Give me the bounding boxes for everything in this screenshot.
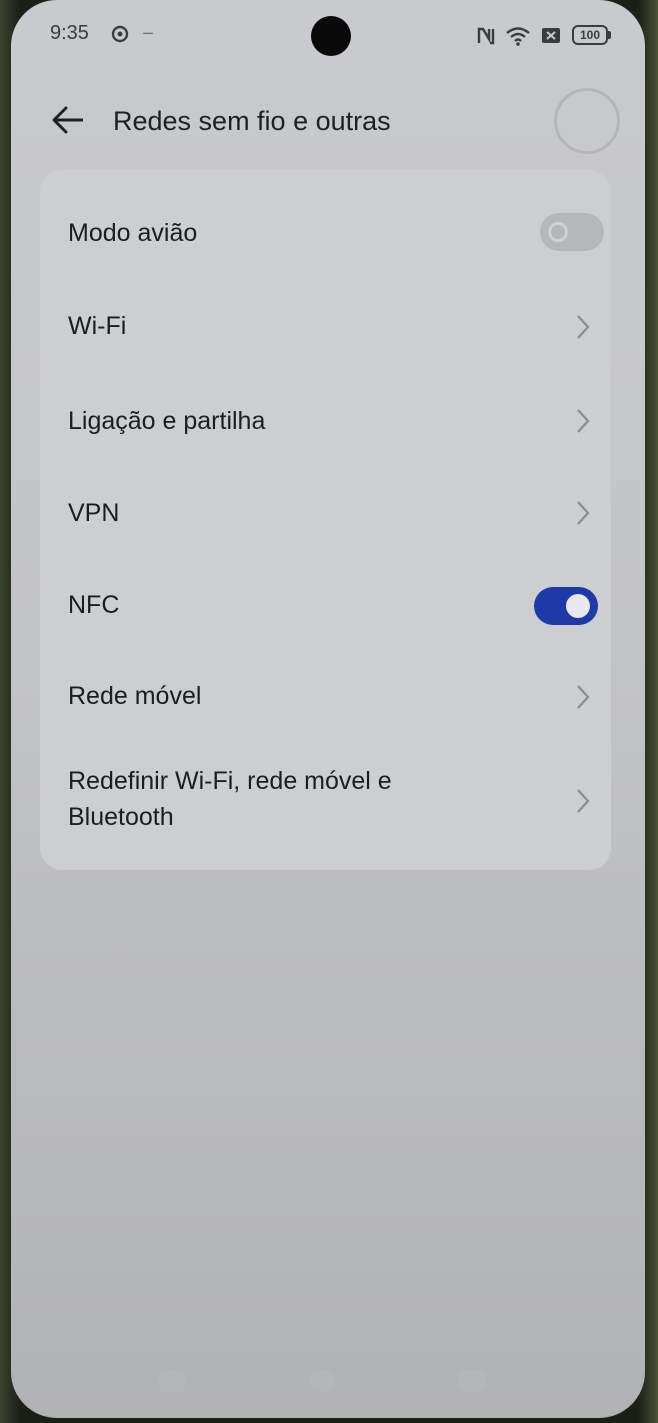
- nfc-icon: [477, 27, 495, 45]
- battery-tip: [608, 31, 611, 39]
- nav-home-icon[interactable]: [309, 1370, 335, 1392]
- toggle-knob: [566, 594, 590, 618]
- setting-label: Modo avião: [68, 219, 198, 247]
- wifi-icon: [506, 27, 530, 46]
- status-dash: –: [143, 22, 154, 42]
- setting-row-wifi[interactable]: Wi-Fi: [40, 292, 611, 362]
- status-bar: 9:35 – 100: [11, 0, 645, 70]
- floating-assist-button[interactable]: [554, 88, 620, 154]
- settings-list: Modo avião Wi-Fi Ligação e partilha VPN: [40, 170, 611, 870]
- phone-screen: 9:35 – 100 Redes sem fio e outras Modo a…: [11, 0, 645, 1418]
- nav-back-icon[interactable]: [459, 1370, 485, 1392]
- setting-label: Redefinir Wi-Fi, rede móvel e Bluetooth: [68, 767, 392, 831]
- setting-row-mobile-network[interactable]: Rede móvel: [40, 662, 611, 732]
- setting-row-nfc[interactable]: NFC: [40, 570, 611, 640]
- gear-icon: [111, 25, 129, 43]
- chevron-right-icon: [577, 409, 590, 433]
- setting-row-tethering[interactable]: Ligação e partilha: [40, 386, 611, 456]
- navigation-bar: [11, 1360, 645, 1400]
- setting-row-airplane-mode[interactable]: Modo avião: [40, 200, 611, 270]
- nfc-toggle[interactable]: [534, 587, 598, 625]
- arrow-left-icon[interactable]: [47, 102, 87, 138]
- status-time: 9:35: [50, 22, 89, 44]
- battery-level: 100: [579, 28, 601, 42]
- setting-label: Rede móvel: [68, 682, 202, 710]
- toggle-knob: [548, 222, 568, 242]
- battery-icon: 100: [572, 25, 608, 45]
- front-camera: [311, 16, 351, 56]
- page-header: Redes sem fio e outras: [11, 90, 645, 154]
- setting-row-vpn[interactable]: VPN: [40, 478, 611, 548]
- setting-label: Wi-Fi: [68, 312, 127, 340]
- setting-label: Ligação e partilha: [68, 407, 266, 435]
- setting-label: VPN: [68, 499, 120, 527]
- setting-label: NFC: [68, 591, 120, 619]
- airplane-mode-toggle[interactable]: [540, 213, 604, 251]
- nav-recents-icon[interactable]: [159, 1370, 185, 1392]
- page-title: Redes sem fio e outras: [113, 106, 391, 136]
- chevron-right-icon: [577, 685, 590, 709]
- setting-row-reset-network[interactable]: Redefinir Wi-Fi, rede móvel e Bluetooth: [40, 758, 611, 838]
- sim-icon: [542, 28, 560, 43]
- chevron-right-icon: [577, 315, 590, 339]
- chevron-right-icon: [577, 789, 590, 813]
- chevron-right-icon: [577, 501, 590, 525]
